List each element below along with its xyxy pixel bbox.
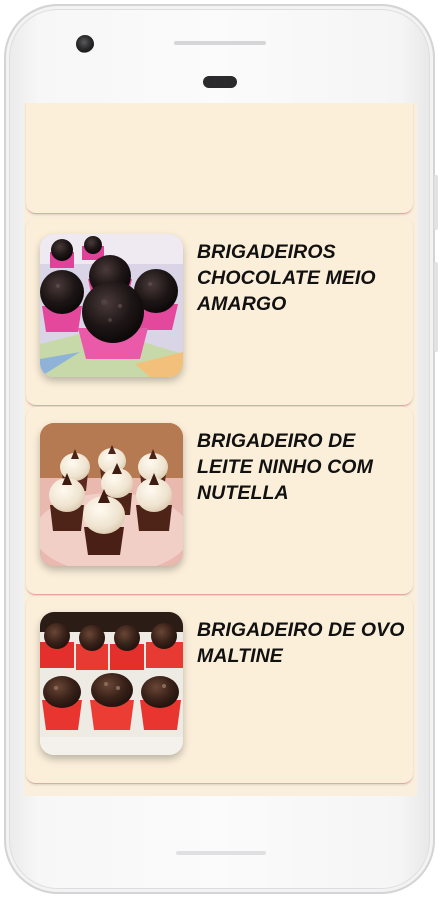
power-button bbox=[434, 175, 438, 230]
volume-button bbox=[434, 262, 438, 352]
recipe-card[interactable]: BRIGADEIROS CHOCOLATE MEIO AMARGO bbox=[26, 218, 413, 406]
app-screen: BRIGADEIROS CHOCOLATE MEIO AMARGO BRIGAD… bbox=[24, 103, 417, 796]
recipe-card[interactable]: BRIGADEIRO DE OVO MALTINE bbox=[26, 596, 413, 784]
recipe-image bbox=[40, 612, 183, 755]
recipe-image bbox=[40, 234, 183, 377]
recipe-title: BRIGADEIROS CHOCOLATE MEIO AMARGO bbox=[197, 241, 376, 315]
front-camera-icon bbox=[76, 35, 94, 53]
recipe-card[interactable]: BRIGADEIRO DE LEITE NINHO COM NUTELLA bbox=[26, 407, 413, 595]
recipe-card-partial[interactable] bbox=[26, 103, 413, 214]
proximity-sensor bbox=[203, 76, 237, 88]
recipe-title: BRIGADEIRO DE OVO MALTINE bbox=[197, 619, 405, 667]
bottom-speaker bbox=[176, 851, 266, 855]
earpiece-speaker bbox=[174, 41, 266, 45]
recipe-image bbox=[40, 423, 183, 566]
recipe-title: BRIGADEIRO DE LEITE NINHO COM NUTELLA bbox=[197, 430, 373, 504]
